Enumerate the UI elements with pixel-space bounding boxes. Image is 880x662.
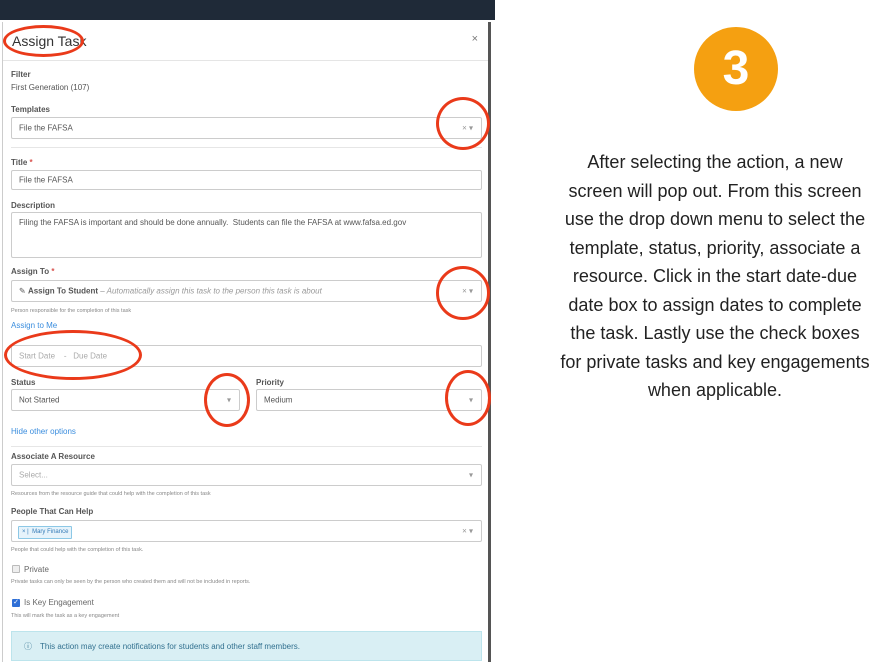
templates-label: Templates bbox=[11, 105, 50, 114]
private-checkbox[interactable] bbox=[12, 565, 20, 573]
clear-icon[interactable]: × bbox=[462, 527, 467, 536]
description-textarea[interactable]: Filing the FAFSA is important and should… bbox=[11, 212, 482, 258]
due-date-placeholder: Due Date bbox=[73, 351, 108, 361]
chevron-down-icon[interactable]: ▾ bbox=[469, 287, 473, 296]
resource-select[interactable]: Select... ▾ bbox=[11, 464, 482, 486]
assign-to-value: Assign To Student bbox=[27, 286, 99, 296]
title-label: Title * bbox=[11, 158, 33, 167]
assign-to-help: Person responsible for the completion of… bbox=[11, 308, 132, 314]
chevron-down-icon[interactable]: ▾ bbox=[469, 527, 473, 536]
chevron-down-icon[interactable]: ▾ bbox=[469, 124, 473, 133]
app-top-bar bbox=[0, 0, 495, 20]
status-label: Status bbox=[11, 378, 36, 387]
people-help: People that could help with the completi… bbox=[11, 547, 144, 553]
instruction-text: After selecting the action, a new screen… bbox=[560, 152, 870, 400]
alert-text: This action may create notifications for… bbox=[40, 642, 300, 651]
notification-alert: ⓘ This action may create notifications f… bbox=[11, 631, 482, 661]
chevron-down-icon[interactable]: ▾ bbox=[227, 396, 231, 405]
private-help: Private tasks can only be seen by the pe… bbox=[11, 579, 251, 585]
assign-task-modal: Assign Task × Filter First Generation (1… bbox=[2, 22, 491, 662]
divider bbox=[11, 446, 482, 447]
filter-value: First Generation (107) bbox=[11, 83, 90, 92]
check-icon: ✓ bbox=[13, 599, 19, 606]
date-range-input[interactable]: Start Date - Due Date bbox=[11, 345, 482, 367]
templates-select-value: File the FAFSA bbox=[19, 123, 73, 133]
resource-label: Associate A Resource bbox=[11, 452, 95, 461]
person-tag: × | Mary Finance bbox=[18, 526, 73, 539]
filter-label: Filter bbox=[11, 70, 31, 79]
status-value: Not Started bbox=[19, 395, 60, 405]
people-select[interactable]: × | Mary Finance × ▾ bbox=[11, 520, 482, 542]
person-tag-label: Mary Finance bbox=[32, 529, 69, 535]
tag-remove-icon[interactable]: × bbox=[22, 529, 26, 535]
assign-to-me-link[interactable]: Assign to Me bbox=[11, 321, 57, 330]
templates-select[interactable]: File the FAFSA × ▾ bbox=[11, 117, 482, 139]
chevron-down-icon[interactable]: ▾ bbox=[469, 471, 473, 480]
clear-icon[interactable]: × bbox=[462, 287, 467, 296]
modal-title: Assign Task bbox=[12, 33, 87, 49]
date-separator: - bbox=[63, 351, 67, 361]
resource-help: Resources from the resource guide that c… bbox=[11, 491, 211, 497]
step-number-badge: 3 bbox=[694, 27, 778, 111]
hide-other-options-link[interactable]: Hide other options bbox=[11, 427, 76, 436]
key-engagement-label: Is Key Engagement bbox=[24, 598, 94, 607]
assign-to-select[interactable]: ✎ Assign To Student – Automatically assi… bbox=[11, 280, 482, 302]
priority-label: Priority bbox=[256, 378, 285, 387]
priority-value: Medium bbox=[264, 395, 293, 405]
info-icon: ⓘ bbox=[24, 642, 32, 651]
private-label: Private bbox=[24, 565, 49, 574]
clear-icon[interactable]: × bbox=[462, 124, 467, 133]
priority-select[interactable]: Medium ▾ bbox=[256, 389, 482, 411]
people-label: People That Can Help bbox=[11, 507, 94, 516]
key-engagement-checkbox[interactable]: ✓ bbox=[12, 599, 20, 607]
start-date-placeholder: Start Date bbox=[19, 351, 56, 361]
title-input[interactable]: File the FAFSA bbox=[11, 170, 482, 190]
chevron-down-icon[interactable]: ▾ bbox=[469, 396, 473, 405]
title-input-value: File the FAFSA bbox=[19, 175, 73, 185]
close-icon[interactable]: × bbox=[472, 33, 478, 45]
resource-placeholder: Select... bbox=[19, 470, 48, 480]
divider bbox=[11, 147, 482, 148]
description-label: Description bbox=[11, 201, 56, 210]
assign-to-label: Assign To * bbox=[11, 267, 55, 276]
assign-to-note: – Automatically assign this task to the … bbox=[100, 286, 322, 296]
modal-header: Assign Task × bbox=[3, 22, 488, 61]
status-select[interactable]: Not Started ▾ bbox=[11, 389, 240, 411]
key-engagement-help: This will mark the task as a key engagem… bbox=[11, 613, 120, 619]
pencil-icon: ✎ bbox=[19, 286, 26, 296]
